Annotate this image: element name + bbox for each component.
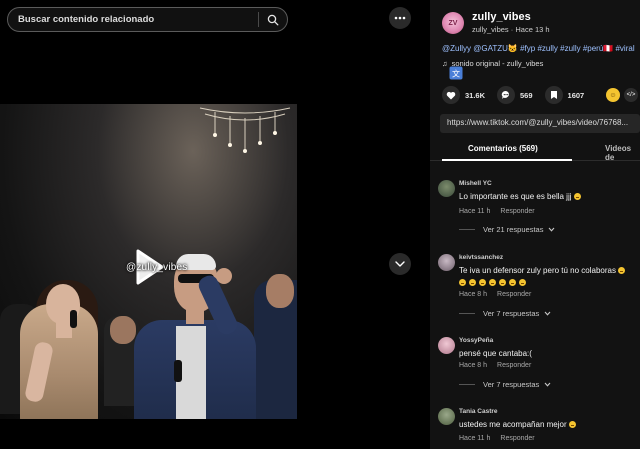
grinning-emoji-icon bbox=[499, 279, 506, 287]
cat-emoji-icon: 😺 bbox=[507, 44, 518, 53]
hashtag-link[interactable]: #zully bbox=[537, 44, 557, 53]
comment-time: Hace 8 h bbox=[459, 362, 488, 369]
like-button[interactable]: 31.6K bbox=[442, 86, 485, 104]
reply-button[interactable]: Responder bbox=[497, 362, 531, 369]
comment-text: ustedes me acompañan mejor bbox=[459, 419, 579, 431]
commenter-avatar[interactable] bbox=[438, 254, 455, 271]
next-video-button[interactable] bbox=[389, 253, 411, 275]
video-player[interactable]: @zully_vibes bbox=[0, 104, 297, 419]
grinning-emoji-icon bbox=[618, 267, 626, 275]
comment-meta: Hace 11 h Responder bbox=[459, 208, 545, 215]
grinning-emoji-icon bbox=[509, 279, 516, 287]
translate-icon[interactable]: 文 bbox=[449, 66, 463, 85]
chevron-down-icon bbox=[395, 261, 405, 267]
video-link-field[interactable]: https://www.tiktok.com/@zully_vibes/vide… bbox=[440, 114, 640, 133]
author-name[interactable]: zully_vibes bbox=[472, 11, 550, 24]
commenter-name[interactable]: keivtssanchez bbox=[459, 254, 503, 261]
chevron-down-icon bbox=[549, 227, 555, 232]
emoji-share-icon[interactable]: ☺ bbox=[606, 88, 620, 102]
view-replies-button[interactable]: Ver 7 respuestas bbox=[459, 309, 551, 318]
save-count: 1607 bbox=[567, 90, 585, 100]
hashtag-link[interactable]: #fyp bbox=[520, 44, 535, 53]
grinning-emoji-icon bbox=[469, 279, 476, 287]
grinning-emoji-icon bbox=[479, 279, 486, 287]
video-panel: @zully_vibes bbox=[0, 0, 297, 449]
comment-meta: Hace 8 h Responder bbox=[459, 291, 541, 298]
tab-bar: Comentarios (569) Videos de bbox=[430, 140, 640, 162]
reply-button[interactable]: Responder bbox=[497, 291, 531, 298]
commenter-name[interactable]: Tania Castre bbox=[459, 408, 498, 415]
grinning-emoji-icon bbox=[568, 421, 576, 429]
hashtag-link[interactable]: #viral bbox=[615, 44, 634, 53]
sound-label[interactable]: sonido original - zully_vibes bbox=[452, 59, 544, 68]
more-options-button[interactable] bbox=[389, 7, 411, 29]
search-input[interactable] bbox=[8, 8, 258, 31]
search-bar bbox=[7, 7, 288, 32]
chevron-down-icon bbox=[544, 311, 551, 316]
author-meta: zully_vibes · Hace 13 h bbox=[472, 25, 550, 35]
video-caption: @Zullyy @GATZU😺 #fyp #zully #zully #perú… bbox=[442, 44, 635, 53]
view-replies-button[interactable]: Ver 21 respuestas bbox=[459, 225, 555, 234]
author-row[interactable]: ZV zully_vibes zully_vibes · Hace 13 h bbox=[442, 11, 550, 35]
tab-comments[interactable]: Comentarios (569) bbox=[468, 144, 538, 153]
post-time: Hace 13 h bbox=[515, 25, 550, 34]
reply-button[interactable]: Responder bbox=[500, 208, 534, 215]
save-button[interactable]: 1607 bbox=[544, 86, 585, 104]
grinning-emoji-icon bbox=[489, 279, 496, 287]
active-tab-indicator bbox=[442, 159, 572, 161]
commenter-avatar[interactable] bbox=[438, 337, 455, 354]
tab-creator-videos[interactable]: Videos de bbox=[605, 144, 640, 162]
more-icon bbox=[394, 16, 406, 20]
action-bar: 31.6K 569 1607 bbox=[442, 86, 596, 104]
comment-count: 569 bbox=[520, 90, 533, 100]
like-count: 31.6K bbox=[465, 90, 486, 100]
hashtag-link[interactable]: #perú🇵🇪 bbox=[583, 44, 613, 53]
share-icons: ☺ </> ↗ bbox=[602, 88, 640, 102]
commenter-name[interactable]: Mishell YC bbox=[459, 180, 492, 187]
comment-time: Hace 8 h bbox=[459, 291, 488, 298]
commenter-avatar[interactable] bbox=[438, 180, 455, 197]
mention-link[interactable]: @Zullyy bbox=[442, 44, 471, 53]
man-hand bbox=[216, 268, 232, 284]
comment-time: Hace 11 h bbox=[459, 208, 491, 215]
comment-text: pensé que cantaba:( bbox=[459, 349, 532, 358]
comment-meta: Hace 8 h Responder bbox=[459, 362, 541, 369]
author-username: zully_vibes bbox=[472, 25, 509, 34]
comment-text: Lo importante es que es bella jjj bbox=[459, 191, 584, 203]
commenter-avatar[interactable] bbox=[438, 408, 455, 425]
embed-icon[interactable]: </> bbox=[624, 88, 638, 102]
grinning-emoji-icon bbox=[519, 279, 526, 287]
search-icon[interactable] bbox=[259, 8, 287, 31]
music-note-icon: ♫ bbox=[442, 59, 448, 68]
commenter-name[interactable]: YossyPeña bbox=[459, 337, 493, 344]
video-watermark: @zully_vibes bbox=[126, 262, 188, 273]
microphone bbox=[174, 360, 182, 382]
mention-link[interactable]: @GATZU bbox=[473, 44, 508, 53]
bookmark-icon bbox=[550, 91, 557, 99]
comment-icon bbox=[501, 90, 509, 99]
heart-icon bbox=[446, 91, 456, 99]
comment-time: Hace 11 h bbox=[459, 435, 491, 442]
reply-button[interactable]: Responder bbox=[500, 435, 534, 442]
author-avatar[interactable]: ZV bbox=[442, 12, 464, 34]
chandelier-decoration bbox=[199, 107, 291, 153]
comment-meta: Hace 11 h Responder bbox=[459, 435, 545, 442]
background-person-head bbox=[266, 274, 294, 308]
chevron-down-icon bbox=[544, 382, 551, 387]
grinning-emoji-icon bbox=[573, 193, 581, 201]
svg-text:文: 文 bbox=[452, 69, 460, 79]
microphone bbox=[70, 310, 77, 328]
view-replies-button[interactable]: Ver 7 respuestas bbox=[459, 380, 551, 389]
hashtag-link[interactable]: #zully bbox=[560, 44, 580, 53]
comment-button[interactable]: 569 bbox=[497, 86, 533, 104]
background-person-head bbox=[110, 316, 136, 344]
comment-text: Te iva un defensor zuly pero tú no colab… bbox=[459, 265, 628, 289]
grinning-emoji-icon bbox=[459, 279, 466, 287]
